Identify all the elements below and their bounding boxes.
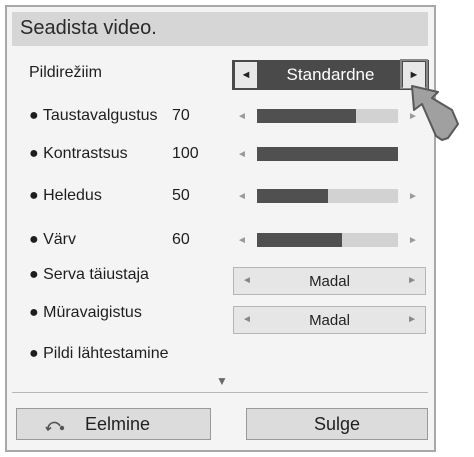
backlight-slider-fill — [257, 109, 356, 123]
picture-mode-selector[interactable]: ◄ Standardne ► — [232, 59, 429, 90]
contrast-decrease-arrow[interactable]: ◄ — [237, 149, 247, 160]
picture-mode-value: Standardne — [286, 65, 375, 84]
backlight-decrease-arrow[interactable]: ◄ — [237, 111, 247, 122]
brightness-value: 50 — [172, 187, 190, 204]
color-slider[interactable] — [257, 233, 398, 247]
title-bar: Seadista video. — [12, 12, 428, 46]
brightness-increase-arrow[interactable]: ► — [408, 191, 418, 202]
brightness-slider[interactable] — [257, 189, 398, 203]
noise-reduction-label: ● Müravaigistus — [29, 304, 142, 321]
contrast-value: 100 — [172, 145, 199, 162]
noise-reduction-value: Madal — [309, 312, 350, 329]
footer-divider — [12, 392, 428, 393]
picture-reset-item[interactable]: ● Pildi lähtestamine — [29, 345, 169, 363]
back-button[interactable]: Eelmine — [16, 408, 211, 440]
back-button-label: Eelmine — [85, 414, 151, 434]
pointer-hand-icon — [411, 85, 459, 141]
edge-enhancer-selector[interactable]: ◄ Madal ► — [233, 267, 426, 295]
close-button[interactable]: Sulge — [246, 408, 428, 440]
contrast-slider-fill — [257, 147, 398, 161]
backlight-value: 70 — [172, 107, 190, 124]
brightness-decrease-arrow[interactable]: ◄ — [237, 191, 247, 202]
scroll-down-arrow-icon[interactable]: ▼ — [216, 374, 228, 388]
close-button-label: Sulge — [313, 414, 361, 434]
color-value: 60 — [172, 231, 190, 248]
back-icon — [45, 421, 65, 432]
noise-reduction-selector[interactable]: ◄ Madal ► — [233, 306, 426, 334]
backlight-label: ● Taustavalgustus — [29, 107, 158, 124]
contrast-label: ● Kontrastsus — [29, 145, 128, 162]
backlight-slider[interactable] — [257, 109, 398, 123]
edge-enhancer-value: Madal — [309, 273, 350, 290]
edge-enhancer-next-arrow[interactable]: ► — [407, 275, 417, 286]
color-increase-arrow[interactable]: ► — [408, 235, 418, 246]
edge-enhancer-prev-arrow[interactable]: ◄ — [242, 275, 252, 286]
color-label: ● Värv — [29, 231, 77, 248]
picture-mode-prev-button[interactable]: ◄ — [235, 62, 257, 88]
picture-mode-label: Pildirežiim — [29, 64, 102, 81]
panel-title: Seadista video. — [20, 17, 157, 39]
brightness-slider-fill — [257, 189, 328, 203]
contrast-slider[interactable] — [257, 147, 398, 161]
noise-reduction-next-arrow[interactable]: ► — [407, 314, 417, 325]
color-slider-fill — [257, 233, 342, 247]
brightness-label: ● Heledus — [29, 187, 102, 204]
color-decrease-arrow[interactable]: ◄ — [237, 235, 247, 246]
noise-reduction-prev-arrow[interactable]: ◄ — [242, 314, 252, 325]
edge-enhancer-label: ● Serva täiustaja — [29, 266, 149, 283]
